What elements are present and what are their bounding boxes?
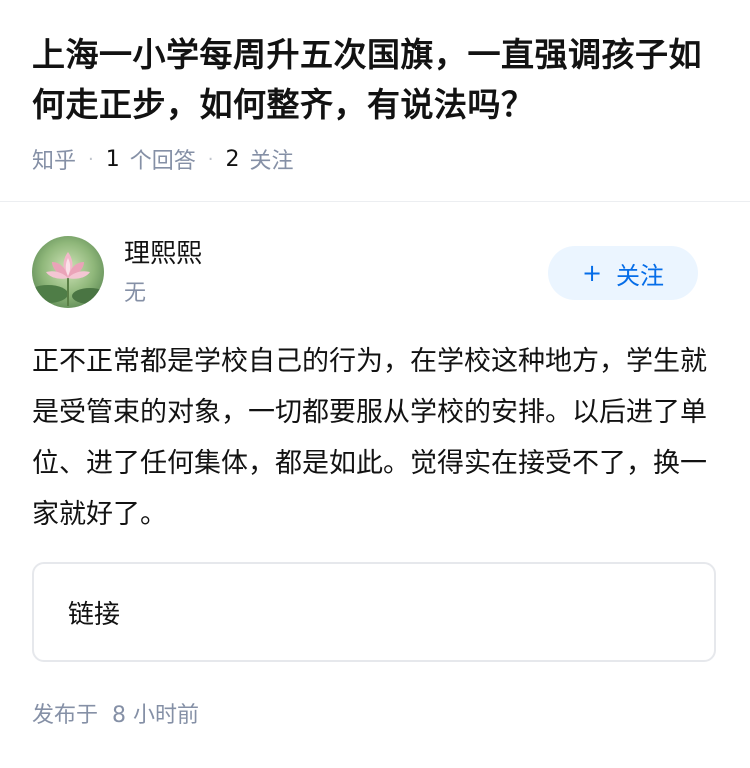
question-title[interactable]: 上海一小学每周升五次国旗，一直强调孩子如何走正步，如何整齐，有说法吗？ xyxy=(32,30,718,130)
answer-count-label[interactable]: 个回答 xyxy=(130,143,196,175)
header-divider xyxy=(0,201,750,202)
link-card[interactable]: 链接 xyxy=(32,562,716,662)
follower-count: 2 xyxy=(225,146,240,172)
answer-text: 正不正常都是学校自己的行为，在学校这种地方，学生就是受管束的对象，一切都要服从学… xyxy=(32,346,707,530)
question-header: 上海一小学每周升五次国旗，一直强调孩子如何走正步，如何整齐，有说法吗？ 知乎 ·… xyxy=(0,0,750,176)
meta-separator: · xyxy=(88,148,94,170)
follow-button[interactable]: + 关注 xyxy=(548,246,698,300)
plus-icon: + xyxy=(581,259,603,287)
author-bio: 无 xyxy=(124,281,147,306)
author-row: 理熙熙 无 + 关注 xyxy=(32,236,718,310)
lotus-flower-avatar-icon[interactable] xyxy=(32,236,104,308)
follower-count-label[interactable]: 关注 xyxy=(250,143,294,175)
publish-info: 发布于 8 小时前 xyxy=(32,700,199,732)
follow-button-label: 关注 xyxy=(616,261,665,290)
source-label[interactable]: 知乎 xyxy=(32,143,76,175)
answer-count: 1 xyxy=(105,146,120,172)
author-name[interactable]: 理熙熙 xyxy=(124,236,202,272)
published-time: 8 小时前 xyxy=(112,703,200,728)
meta-separator: · xyxy=(207,148,214,170)
question-meta: 知乎 · 1 个回答 · 2 关注 xyxy=(32,142,718,176)
link-card-label: 链接 xyxy=(68,599,121,630)
published-prefix: 发布于 xyxy=(32,703,99,728)
